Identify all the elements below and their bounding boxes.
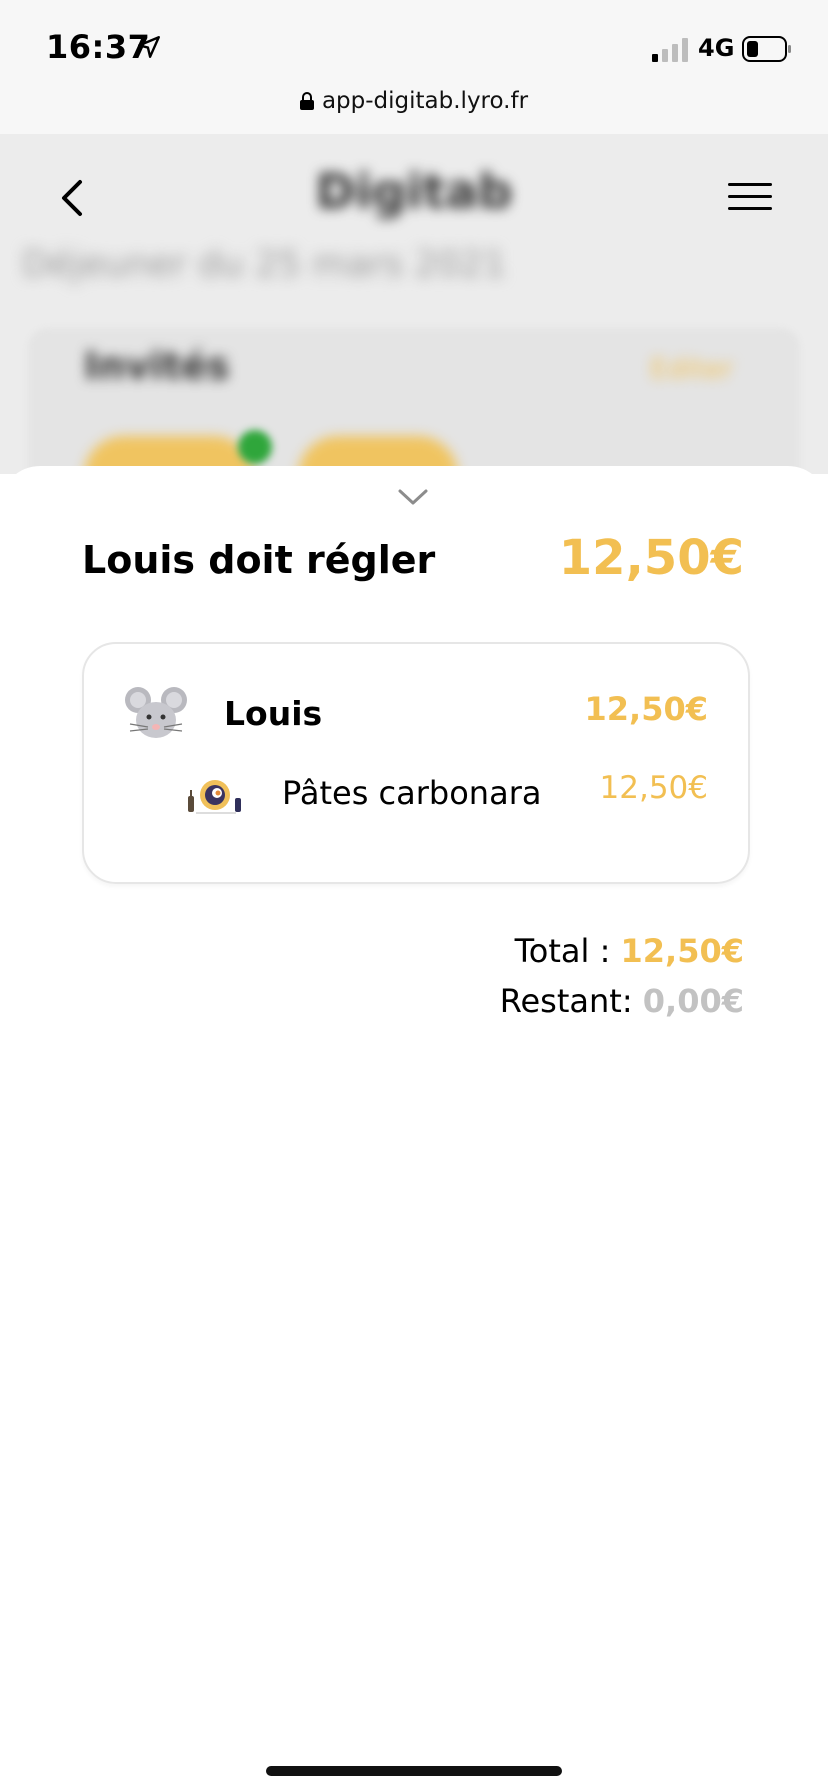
total-label: Total : xyxy=(514,932,621,970)
remaining-label: Restant: xyxy=(499,982,643,1020)
sheet-title: Louis doit régler xyxy=(82,538,436,582)
app-title: Digitab xyxy=(315,164,513,220)
total-value: 12,50€ xyxy=(620,932,744,970)
status-bar: 16:37 4G app-digitab.lyro.fr xyxy=(0,0,828,135)
address-url: app-digitab.lyro.fr xyxy=(321,88,529,114)
dish-icon xyxy=(188,780,241,814)
amount-due: 12,50€ xyxy=(558,530,744,586)
person-amount: 12,50€ xyxy=(584,690,708,728)
hamburger-menu-icon[interactable] xyxy=(728,182,772,212)
remaining-line: Restant: 0,00€ xyxy=(500,982,744,1020)
remaining-value: 0,00€ xyxy=(642,982,744,1020)
payment-bottom-sheet: Louis doit régler 12,50€ Louis 12,50€ Pâ… xyxy=(0,466,828,1792)
mouse-face-icon xyxy=(125,687,187,738)
status-time: 16:37 xyxy=(46,28,151,66)
paid-indicator xyxy=(238,430,272,464)
person-name: Louis xyxy=(224,694,323,733)
location-arrow-icon xyxy=(138,36,160,58)
dish-name: Pâtes carbonara xyxy=(282,774,542,812)
chevron-down-icon[interactable] xyxy=(396,486,430,508)
lock-icon xyxy=(299,92,314,110)
network-type: 4G xyxy=(698,34,735,62)
invites-title: Invités xyxy=(84,344,230,388)
signal-strength-icon xyxy=(652,38,688,62)
meal-subtitle: Déjeuner du 25 mars 2021 xyxy=(22,244,507,285)
background-app: Digitab Déjeuner du 25 mars 2021 Invités… xyxy=(0,134,828,474)
dish-amount: 12,50€ xyxy=(599,770,708,806)
person-order-card: Louis 12,50€ Pâtes carbonara 12,50€ xyxy=(82,642,750,884)
total-line: Total : 12,50€ xyxy=(515,932,744,970)
battery-icon xyxy=(742,36,791,62)
edit-invites-link[interactable]: Editer xyxy=(650,352,733,385)
home-indicator[interactable] xyxy=(266,1766,562,1776)
address-bar[interactable]: app-digitab.lyro.fr xyxy=(0,88,828,114)
